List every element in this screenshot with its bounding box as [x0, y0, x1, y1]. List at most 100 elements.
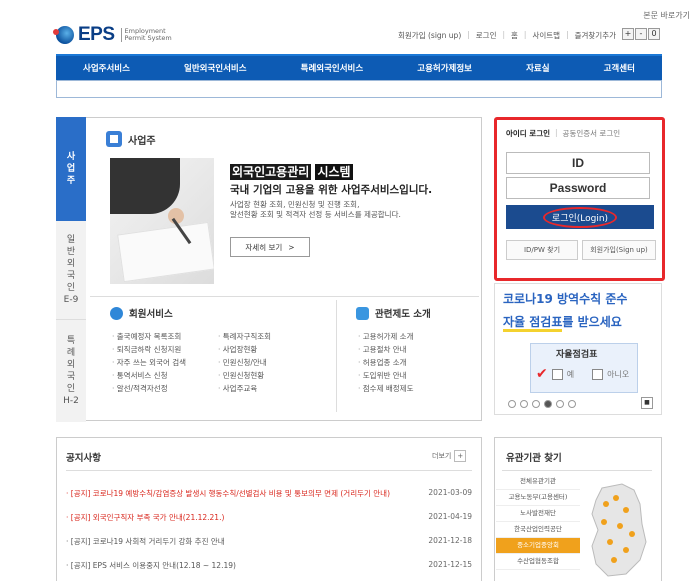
member-link[interactable]: 사업장현황 [218, 343, 271, 356]
person-icon [110, 306, 123, 320]
member-heading-text: 회원서비스 [129, 309, 173, 320]
related-link[interactable]: 허용업종 소개 [358, 356, 413, 369]
util-home[interactable]: 홈 [511, 30, 518, 41]
checklist-options: ✔ 예 아니오 [536, 366, 629, 382]
password-input[interactable]: Password [506, 177, 650, 199]
carousel-dot[interactable] [508, 400, 516, 408]
nav-library[interactable]: 자료실 [526, 62, 549, 74]
corona-line2: 자율 점검표를 받으세요 [503, 313, 622, 332]
carousel-dot[interactable] [556, 400, 564, 408]
notice-row-title: · [공지] EPS 서비스 이용중지 안내(12.18 ~ 12.19) [66, 561, 236, 570]
notice-row-title: · [공지] 코로나19 예방수칙/감염증상 발생시 행동수칙/선별검사 비용 … [66, 489, 391, 498]
agency-item[interactable]: 전체유관기관 [496, 474, 580, 490]
tab-cert-login[interactable]: 공동인증서 로그인 [563, 128, 621, 139]
agency-item[interactable]: 수산업협동조합 [496, 554, 580, 570]
nav-eps-info[interactable]: 고용허가제정보 [417, 62, 472, 74]
util-login[interactable]: 로그인 [476, 30, 497, 41]
carousel-dot[interactable] [568, 400, 576, 408]
korea-map [591, 483, 647, 577]
util-sitemap[interactable]: 사이트맵 [532, 30, 560, 41]
member-link[interactable]: 퇴직금하락 신청지원 [112, 343, 186, 356]
util-signup[interactable]: 회원가입 (sign up) [398, 30, 461, 41]
notice-row-date: 2021-04-19 [428, 512, 472, 521]
find-idpw-button[interactable]: ID/PW 찾기 [506, 240, 578, 260]
notice-row[interactable]: · [공지] 코로나19 예방수칙/감염증상 발생시 행동수칙/선별검사 비용 … [66, 488, 472, 499]
utility-links: 회원가입 (sign up) | 로그인 | 홈 | 사이트맵 | 즐겨찾기추가 [398, 30, 616, 41]
detail-line1: 사업장 현황 조회, 민원신청 및 진행 조회, [230, 200, 360, 209]
notice-row[interactable]: · [공지] 외국인구직자 부족 국가 안내(21.12.21.) 2021-04… [66, 512, 472, 523]
carousel-dots [508, 400, 576, 408]
related-link[interactable]: 고용절차 안내 [358, 343, 413, 356]
carousel-dot[interactable] [520, 400, 528, 408]
notice-more-label: 더보기 [432, 452, 452, 460]
carousel-dot-active[interactable] [544, 400, 552, 408]
logo-mark-icon [53, 26, 74, 44]
agency-item-active[interactable]: 중소기업중앙회 [496, 538, 580, 554]
tab-employer[interactable]: 사 업 주 [56, 117, 86, 221]
nav-special-foreigner[interactable]: 특례외국인서비스 [301, 62, 364, 74]
employer-title: 외국인고용관리 시스템 [230, 163, 353, 180]
member-link[interactable]: 알선/적격자선정 [112, 382, 186, 395]
detail-line2: 알선현황 조회 및 적격자 선정 등 서비스를 제공합니다. [230, 210, 401, 219]
employer-heading: 사업주 [106, 131, 156, 147]
divider-vertical [336, 300, 337, 412]
zoom-reset-button[interactable]: 0 [648, 28, 660, 40]
agency-title: 유관기관 찾기 [506, 453, 562, 464]
employer-heading-text: 사업주 [128, 135, 156, 147]
sub-nav-bar [56, 80, 662, 98]
carousel-dot[interactable] [532, 400, 540, 408]
chevron-right-icon: > [288, 242, 295, 252]
plus-icon: + [454, 450, 467, 462]
checkmark-icon: ✔ [536, 366, 548, 382]
login-button[interactable]: 로그인(Login) [506, 205, 654, 229]
more-details-button[interactable]: 자세히 보기 > [230, 237, 310, 257]
corona-line2-text: 를 받으세요 [562, 315, 622, 329]
tab-employer-label: 사 업 주 [66, 152, 76, 186]
member-link[interactable]: 통역서비스 신청 [112, 369, 186, 382]
related-link[interactable]: 도입위반 안내 [358, 369, 413, 382]
related-link[interactable]: 고용허가제 소개 [358, 330, 414, 343]
divider [502, 470, 652, 471]
member-link[interactable]: 출국예정자 목록조회 [112, 330, 186, 343]
tab-general-label: 일 반 외 국 인 E-9 [63, 235, 79, 305]
notice-row-title: · [공지] 코로나19 사회적 거리두기 강화 추진 안내 [66, 537, 225, 546]
skip-link[interactable]: 본문 바로가기 [643, 10, 690, 21]
member-link[interactable]: 특례자구직조회 [218, 330, 271, 343]
signup-button[interactable]: 회원가입(Sign up) [582, 240, 656, 260]
notice-row[interactable]: · [공지] 코로나19 사회적 거리두기 강화 추진 안내 2021-12-18 [66, 536, 472, 547]
checkbox-no [592, 368, 604, 380]
util-bookmark[interactable]: 즐겨찾기추가 [575, 30, 616, 41]
option-yes: 예 [566, 369, 575, 379]
agency-item[interactable]: 노사발전재단 [496, 506, 580, 522]
member-link[interactable]: 민원신청/안내 [218, 356, 271, 369]
related-link[interactable]: 점수제 배정제도 [358, 382, 414, 395]
notice-title: 공지사항 [66, 453, 101, 464]
business-photo [110, 158, 214, 284]
tab-special-foreigner[interactable]: 특 례 외 국 인 H-2 [56, 320, 86, 422]
eps-logo[interactable]: EPS Employment Permit System [53, 24, 172, 46]
checkbox-yes [551, 368, 563, 380]
nav-customer-center[interactable]: 고객센터 [604, 62, 635, 74]
agency-item[interactable]: 한국산업인력공단 [496, 522, 580, 538]
member-link[interactable]: 민원신청현황 [218, 369, 271, 382]
logo-sub-line2: Permit System [124, 34, 172, 42]
nav-general-foreigner[interactable]: 일반외국인서비스 [184, 62, 247, 74]
building-icon [106, 131, 122, 147]
zoom-in-button[interactable]: + [622, 28, 634, 40]
employer-desc: 국내 기업의 고용을 위한 사업주서비스입니다. [230, 184, 433, 196]
notice-row[interactable]: · [공지] EPS 서비스 이용중지 안내(12.18 ~ 12.19) 202… [66, 560, 472, 571]
corona-line1: 코로나19 방역수칙 준수 [503, 292, 628, 306]
member-link[interactable]: 사업주교육 [218, 382, 271, 395]
zoom-out-button[interactable]: - [635, 28, 647, 40]
nav-employer[interactable]: 사업주서비스 [83, 62, 130, 74]
pause-icon[interactable]: ■ [641, 397, 653, 409]
notice-more-button[interactable]: 더보기 + [432, 450, 467, 462]
login-button-label: 로그인(Login) [542, 206, 618, 228]
id-input[interactable]: ID [506, 152, 650, 174]
agency-item[interactable]: 고용노동부(고용센터) [496, 490, 580, 506]
tab-general-foreigner[interactable]: 일 반 외 국 인 E-9 [56, 221, 86, 320]
tab-special-label: 특 례 외 국 인 H-2 [63, 336, 79, 406]
tab-id-login[interactable]: 아이디 로그인 [506, 128, 550, 139]
member-link[interactable]: 자주 쓰는 외국어 검색 [112, 356, 186, 369]
title-part-a: 외국인고용관리 [230, 164, 312, 180]
